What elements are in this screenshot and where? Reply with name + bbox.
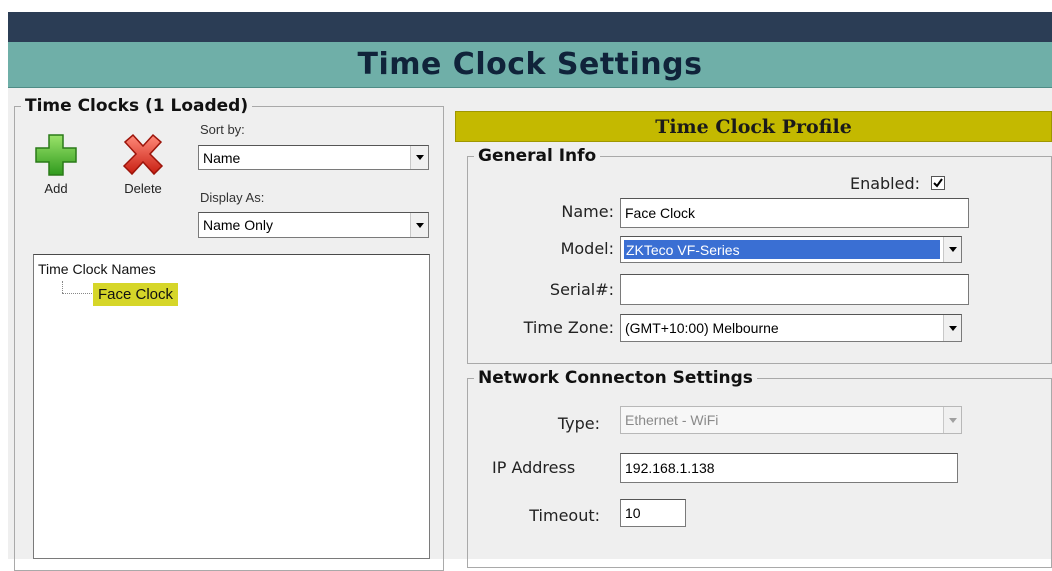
model-value: ZKTeco VF-Series	[624, 240, 940, 259]
sort-by-select[interactable]: Name	[198, 145, 429, 170]
checkmark-icon	[933, 178, 943, 188]
general-info-title: General Info	[478, 146, 597, 166]
profile-title: Time Clock Profile	[655, 115, 852, 138]
time-clock-tree[interactable]: Time Clock Names Face Clock	[33, 254, 430, 559]
tree-connector	[62, 293, 92, 294]
delete-label: Delete	[124, 181, 162, 196]
window-top-strip	[8, 12, 1052, 42]
ip-address-label: IP Address	[492, 458, 576, 477]
add-label: Add	[44, 181, 68, 196]
delete-x-icon	[122, 133, 164, 176]
type-value: Ethernet - WiFi	[625, 412, 719, 428]
chevron-down-icon[interactable]	[410, 146, 428, 169]
sort-by-value: Name	[203, 149, 241, 166]
plus-icon	[35, 134, 77, 176]
header-bar: Time Clock Settings	[8, 42, 1052, 88]
chevron-down-icon[interactable]	[943, 237, 961, 262]
tree-root-label: Time Clock Names	[38, 261, 156, 277]
delete-button[interactable]: Delete	[112, 133, 174, 196]
model-select[interactable]: ZKTeco VF-Series	[620, 236, 962, 263]
add-button[interactable]: Add	[30, 133, 82, 196]
name-label: Name:	[561, 202, 614, 221]
page-title: Time Clock Settings	[357, 47, 703, 82]
type-select: Ethernet - WiFi	[620, 406, 962, 434]
chevron-down-icon	[943, 407, 961, 433]
chevron-down-icon[interactable]	[943, 315, 961, 341]
enabled-label: Enabled:	[849, 174, 920, 193]
timeout-label: Timeout:	[529, 506, 600, 525]
chevron-down-icon[interactable]	[410, 213, 428, 237]
serial-field[interactable]	[620, 274, 969, 305]
time-zone-label: Time Zone:	[523, 318, 614, 337]
time-zone-select[interactable]: (GMT+10:00) Melbourne	[620, 314, 962, 342]
time-clocks-group-title: Time Clocks (1 Loaded)	[25, 96, 249, 116]
name-field[interactable]: Face Clock	[620, 198, 969, 228]
profile-header-bar: Time Clock Profile	[455, 111, 1052, 142]
tree-item-face-clock[interactable]: Face Clock	[93, 283, 179, 306]
display-as-label: Display As:	[200, 190, 265, 205]
sort-by-label: Sort by:	[200, 122, 245, 137]
network-settings-title: Network Connecton Settings	[478, 368, 753, 388]
enabled-checkbox[interactable]	[931, 176, 945, 190]
timeout-field[interactable]: 10	[620, 499, 686, 527]
display-as-value: Name Only	[203, 217, 274, 233]
serial-label: Serial#:	[549, 280, 614, 299]
ip-address-field[interactable]: 192.168.1.138	[620, 453, 958, 483]
time-zone-value: (GMT+10:00) Melbourne	[625, 320, 779, 336]
tree-connector	[62, 281, 63, 293]
model-label: Model:	[560, 239, 614, 258]
type-label: Type:	[557, 414, 600, 433]
display-as-select[interactable]: Name Only	[198, 212, 429, 238]
